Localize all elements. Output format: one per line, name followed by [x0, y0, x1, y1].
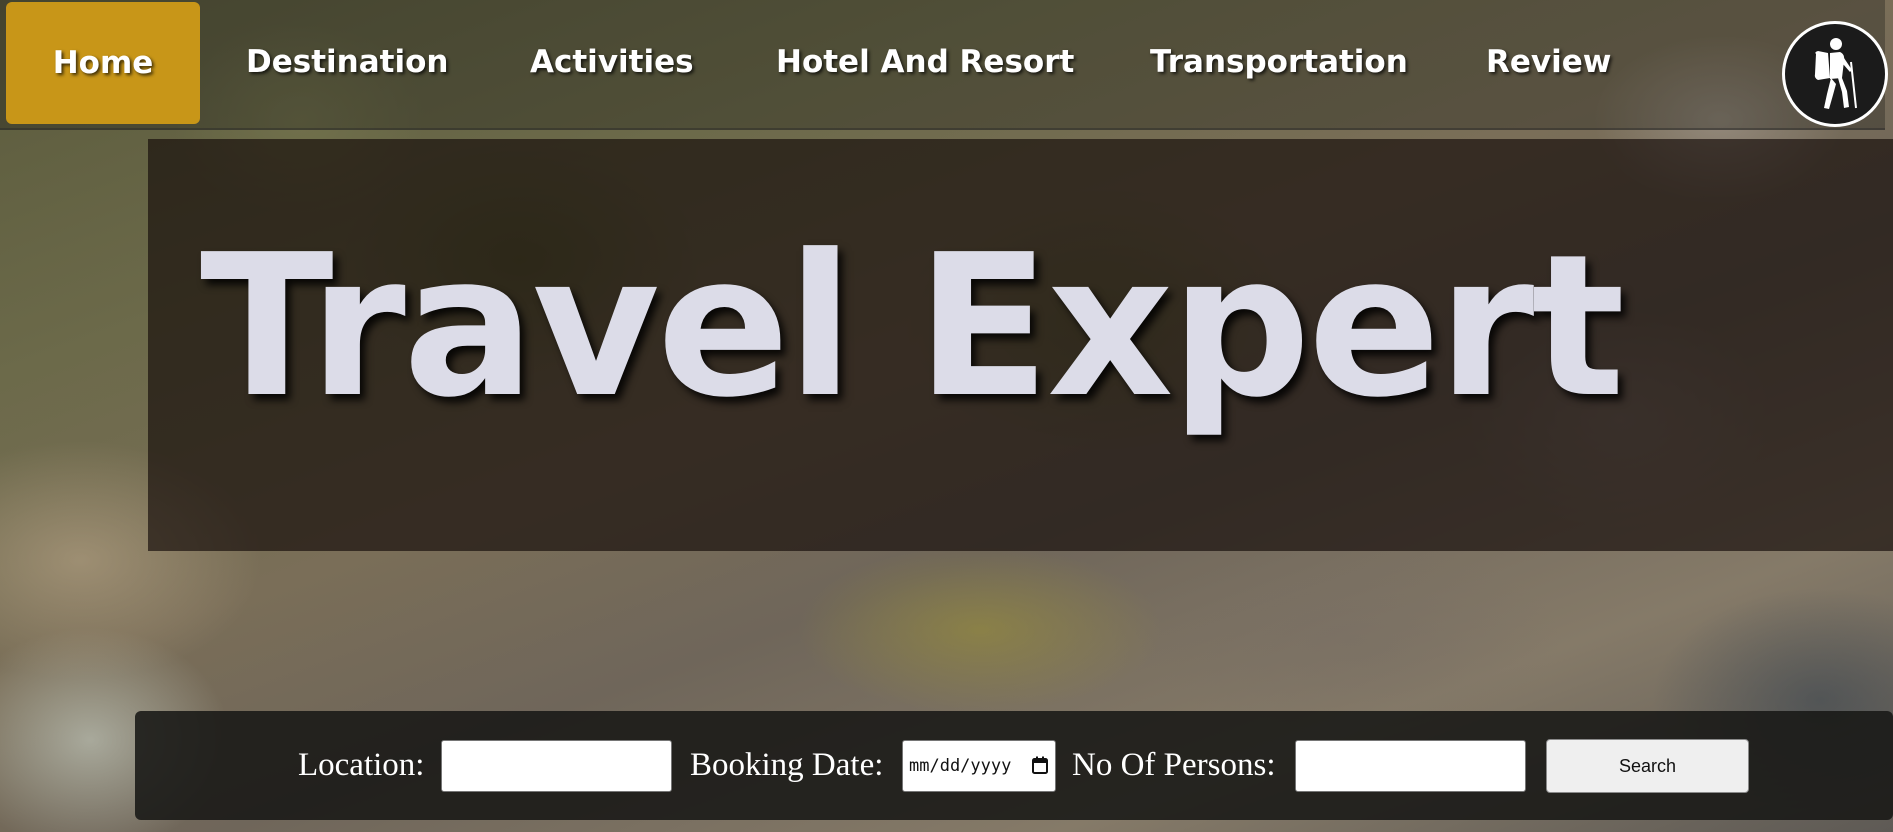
booking-date-label: Booking Date: — [690, 747, 884, 783]
page: Home Destination Activities Hotel And Re… — [0, 0, 1893, 832]
nav-item-review[interactable]: Review — [1486, 0, 1611, 124]
location-input[interactable] — [441, 740, 672, 792]
hero-title: Travel Expert — [200, 213, 1625, 441]
nav-item-activities[interactable]: Activities — [530, 0, 694, 124]
booking-date-input[interactable]: mm/dd/yyyy — [902, 740, 1056, 792]
booking-search-bar: Location: Booking Date: mm/dd/yyyy No Of… — [135, 711, 1893, 820]
persons-input[interactable] — [1295, 740, 1526, 792]
location-label: Location: — [298, 747, 425, 783]
nav-item-home[interactable]: Home — [6, 2, 200, 124]
persons-label: No Of Persons: — [1072, 747, 1276, 783]
date-placeholder: mm/dd/yyyy — [909, 756, 1012, 776]
hero-overlay: Travel Expert — [148, 139, 1893, 551]
calendar-icon[interactable] — [1032, 756, 1048, 774]
search-button[interactable]: Search — [1546, 739, 1749, 793]
nav-item-destination[interactable]: Destination — [246, 0, 448, 124]
hiker-icon — [1814, 38, 1857, 109]
backpacker-logo-icon[interactable] — [1782, 21, 1888, 127]
nav-item-transportation[interactable]: Transportation — [1150, 0, 1408, 124]
nav-item-hotel-and-resort[interactable]: Hotel And Resort — [776, 0, 1074, 124]
top-nav: Home Destination Activities Hotel And Re… — [0, 0, 1888, 130]
